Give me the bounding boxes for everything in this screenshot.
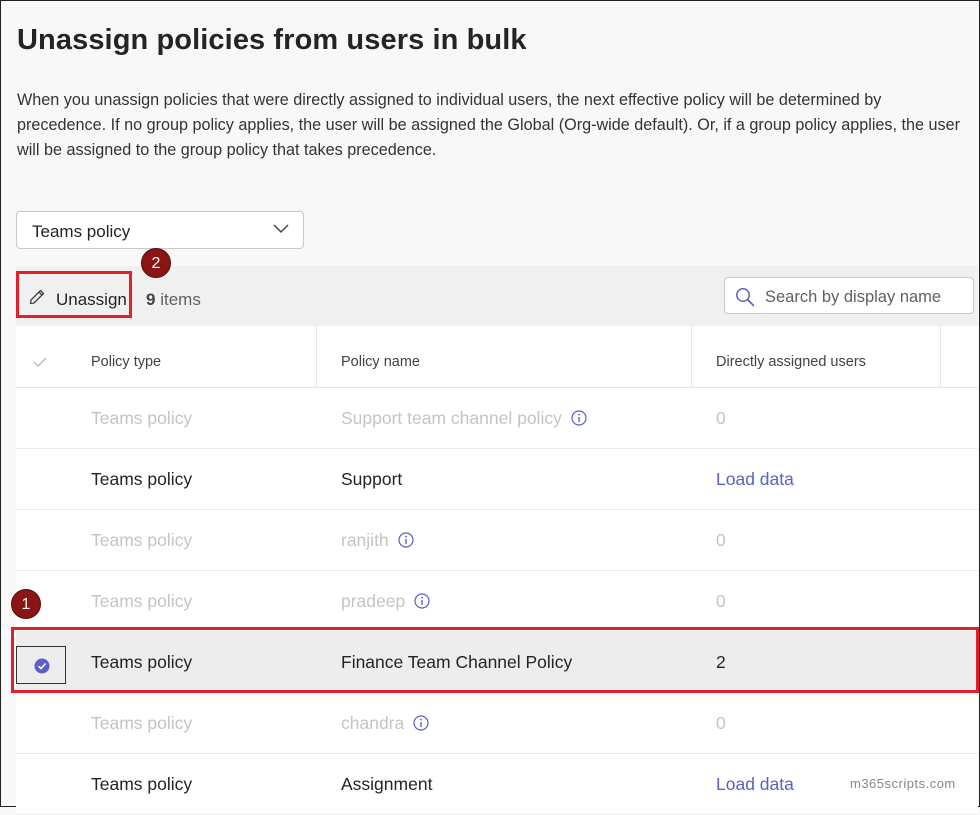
table-header: Policy type Policy name Directly assigne…: [16, 326, 978, 388]
cell-policy-name: Assignment: [341, 774, 432, 795]
page-description: When you unassign policies that were dir…: [17, 91, 960, 159]
dropdown-value: Teams policy: [32, 222, 131, 241]
column-separator: [940, 326, 941, 387]
cell-policy-type: Teams policy: [91, 591, 193, 611]
cell-directly-assigned-users: 0: [716, 713, 726, 733]
info-icon[interactable]: [571, 410, 587, 426]
policy-name-text: chandra: [341, 713, 405, 733]
table-row[interactable]: Teams policy ranjith 0: [16, 510, 978, 571]
table-body: Teams policy Support team channel policy 0…: [16, 388, 978, 815]
cell-policy-type: Teams policy: [91, 469, 193, 489]
policy-name-text: Assignment: [341, 774, 433, 794]
load-data-link[interactable]: Load data: [716, 469, 794, 490]
cell-directly-assigned-users: 0: [716, 530, 726, 550]
column-separator: [316, 326, 317, 387]
page-title: Unassign policies from users in bulk: [17, 24, 527, 56]
table-row[interactable]: Teams policy Support Load data: [16, 449, 978, 510]
column-separator: [691, 326, 692, 387]
cell-policy-name: pradeep: [341, 591, 430, 612]
cell-policy-type: Teams policy: [91, 713, 193, 733]
unassign-button[interactable]: Unassign: [16, 271, 132, 318]
item-count-number: 9: [146, 290, 156, 309]
annotation-badge-2: 2: [141, 248, 171, 278]
cell-policy-name: Support team channel policy: [341, 408, 587, 429]
policy-name-text: Support: [341, 469, 403, 489]
item-count-suffix: items: [160, 290, 201, 309]
table-row[interactable]: Teams policy Support team channel policy 0: [16, 388, 978, 449]
chevron-down-icon: [273, 224, 289, 234]
info-icon[interactable]: [414, 593, 430, 609]
search-input[interactable]: Search by display name: [724, 277, 974, 314]
pencil-icon: [29, 289, 45, 305]
unassign-label: Unassign: [56, 290, 127, 309]
table-row[interactable]: Teams policy pradeep 0: [16, 571, 978, 632]
search-icon: [736, 288, 755, 307]
column-header-policy-name[interactable]: Policy name: [341, 354, 420, 370]
policy-name-text: Support team channel policy: [341, 408, 562, 428]
cell-policy-name: Support: [341, 469, 402, 490]
cell-policy-type: Teams policy: [91, 774, 193, 794]
cell-directly-assigned-users: 0: [716, 591, 726, 611]
info-icon[interactable]: [413, 715, 429, 731]
item-count: 9 items: [146, 290, 201, 310]
info-icon[interactable]: [398, 532, 414, 548]
annotation-badge-1: 1: [11, 589, 41, 619]
policy-name-text: ranjith: [341, 530, 389, 550]
cell-directly-assigned-users: 0: [716, 408, 726, 428]
policies-table: Policy type Policy name Directly assigne…: [16, 326, 978, 815]
policy-name-text: pradeep: [341, 591, 406, 611]
policy-type-dropdown[interactable]: Teams policy: [16, 211, 304, 249]
table-row[interactable]: Teams policy chandra 0: [16, 693, 978, 754]
cell-policy-type: Teams policy: [91, 530, 193, 550]
column-header-policy-type[interactable]: Policy type: [91, 354, 161, 370]
cell-policy-name: chandra: [341, 713, 429, 734]
select-all-checkmark-icon[interactable]: [33, 357, 47, 367]
load-data-link[interactable]: Load data: [716, 774, 794, 795]
watermark: m365scripts.com: [850, 776, 956, 791]
table-row[interactable]: Teams policy Assignment Load data: [16, 754, 978, 815]
cell-policy-name: ranjith: [341, 530, 414, 551]
selected-row-highlight: [11, 627, 979, 693]
column-header-directly-assigned-users[interactable]: Directly assigned users: [716, 354, 866, 370]
search-placeholder: Search by display name: [765, 288, 942, 306]
cell-policy-type: Teams policy: [91, 408, 193, 428]
